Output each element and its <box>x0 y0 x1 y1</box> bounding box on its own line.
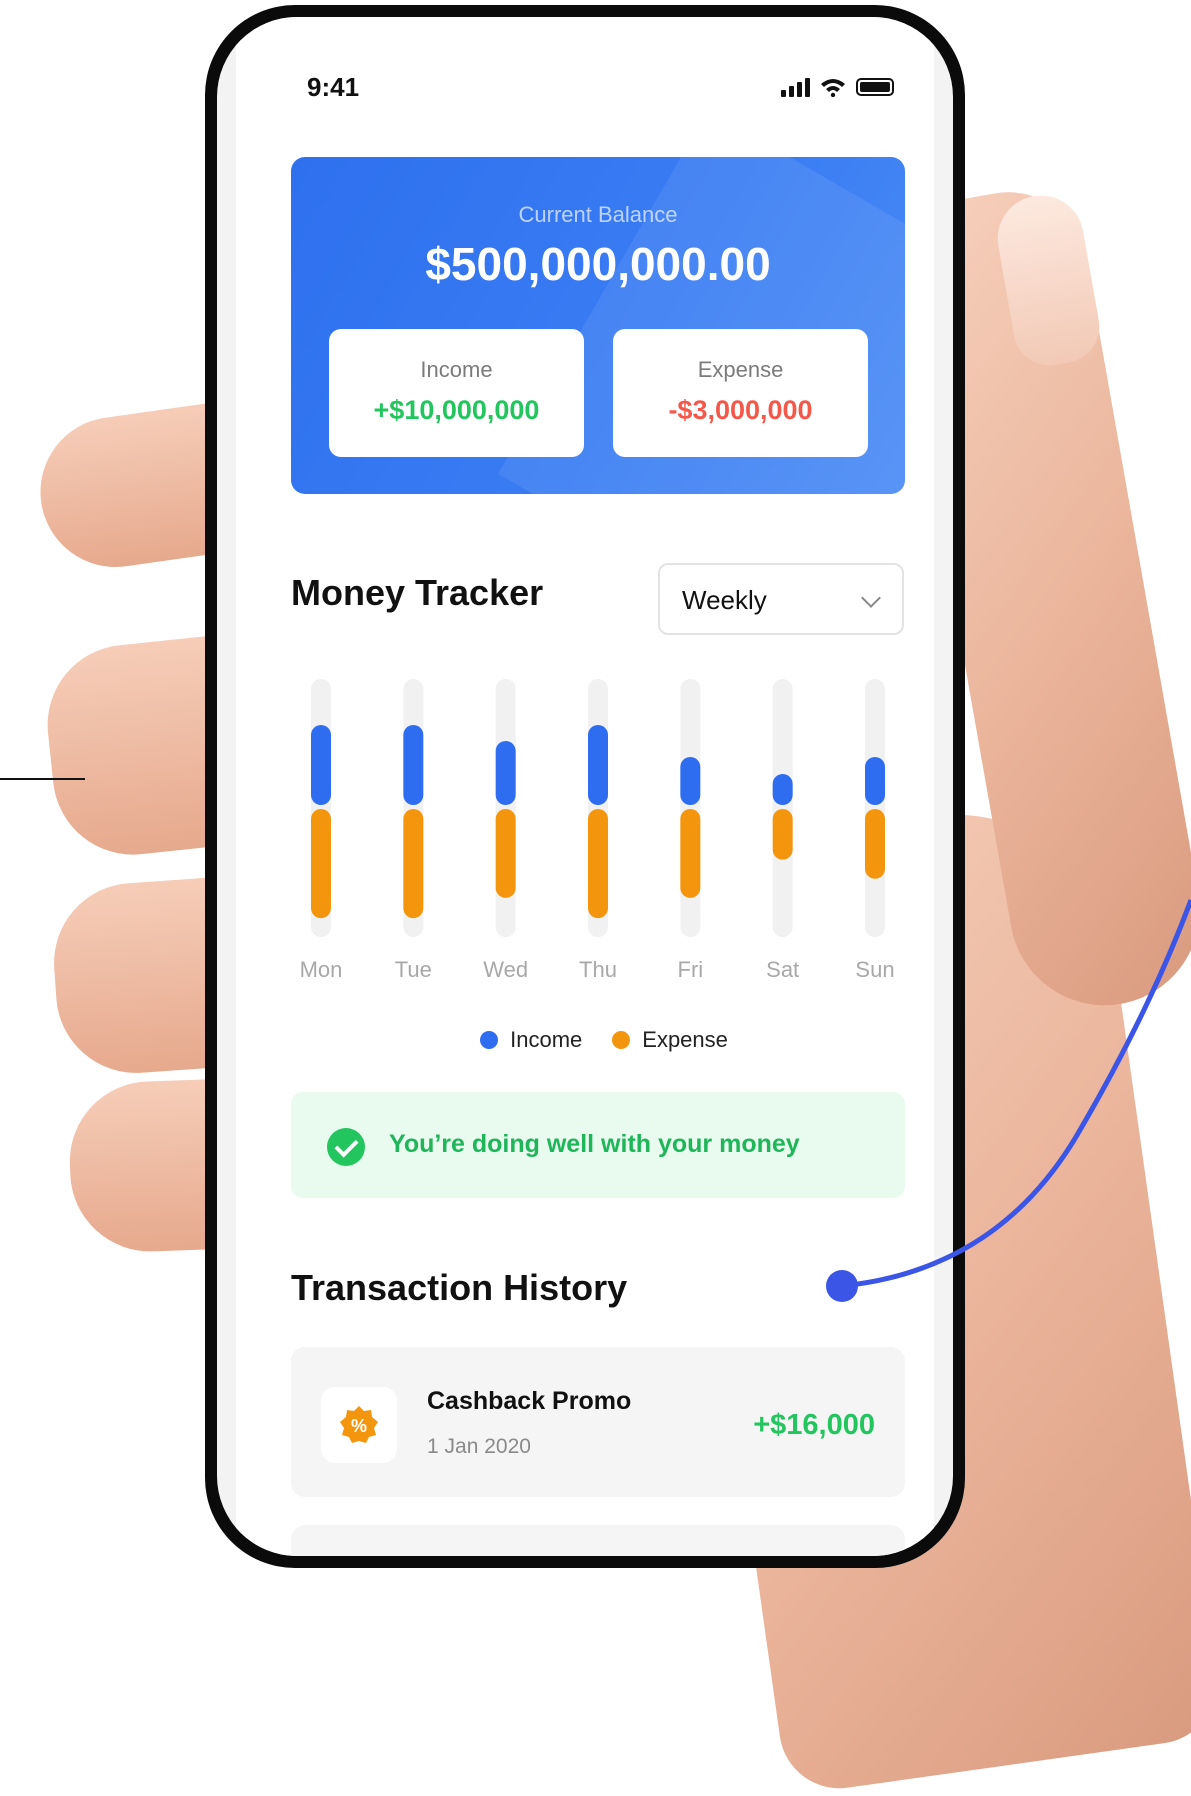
income-value: +$10,000,000 <box>373 395 540 425</box>
expense-summary[interactable]: Expense -$3,000,000 <box>613 329 868 457</box>
annotation-dot <box>826 1270 858 1302</box>
annotation-curve <box>841 899 1191 1289</box>
income-summary[interactable]: Income +$10,000,000 <box>329 329 584 457</box>
annotation-connector <box>826 899 1191 1302</box>
income-label: Income <box>420 357 493 382</box>
expense-value: -$3,000,000 <box>668 395 813 425</box>
expense-label: Expense <box>697 357 784 382</box>
